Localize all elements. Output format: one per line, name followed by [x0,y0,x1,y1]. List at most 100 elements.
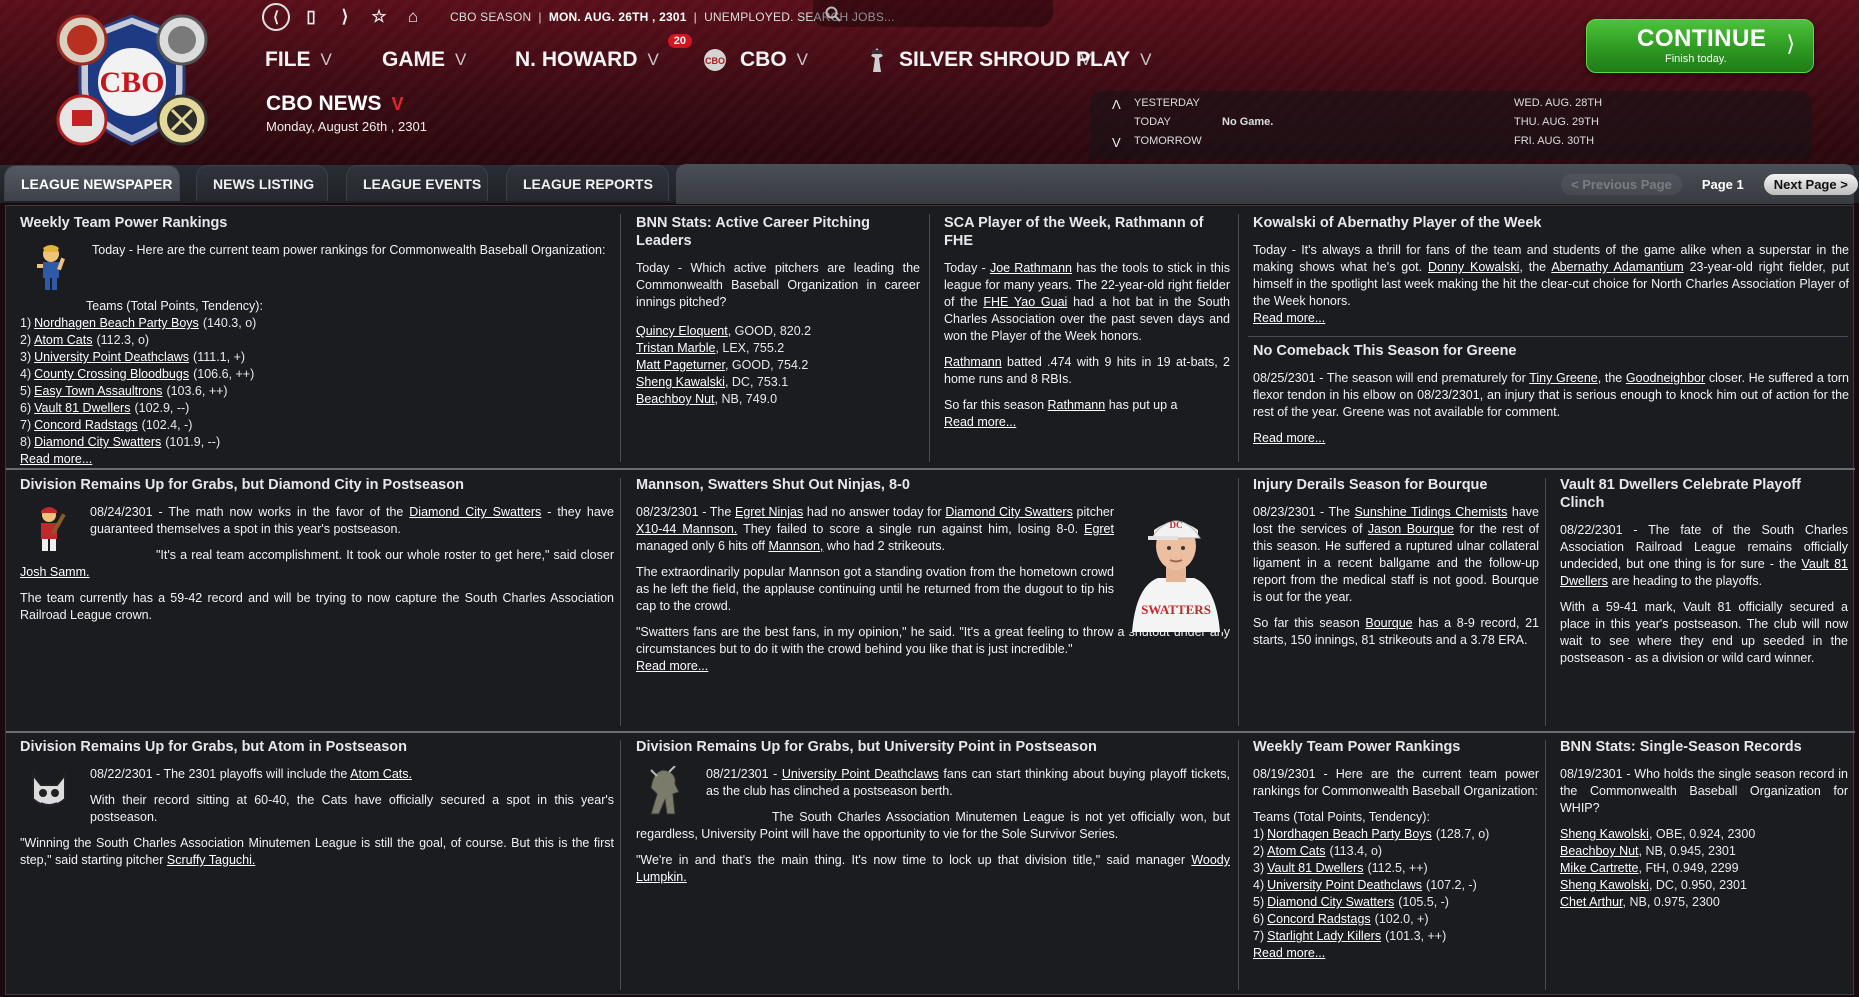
schedule-today-game: No Game. [1222,116,1274,128]
schedule-day-2[interactable]: THU. AUG. 29TH [1514,116,1599,128]
player-link[interactable]: Chet Arthur [1560,895,1623,909]
player-link[interactable]: Donny Kowalski [1428,260,1519,274]
previous-page-button[interactable]: < Previous Page [1561,173,1682,195]
player-link[interactable]: Joe Rathmann [990,261,1072,275]
team-link[interactable]: Atom Cats [34,333,92,347]
article-title[interactable]: Mannson, Swatters Shut Out Ninjas, 8-0 [636,476,1230,494]
team-link[interactable]: FHE Yao Guai [983,295,1067,309]
team-link[interactable]: Diamond City Swatters [409,505,541,519]
article-title[interactable]: Division Remains Up for Grabs, but Diamo… [20,476,614,494]
team-link[interactable]: Concord Radstags [1267,912,1371,926]
team-link[interactable]: Nordhagen Beach Party Boys [1267,827,1432,841]
next-page-button[interactable]: Next Page > [1763,173,1858,195]
bookmark-icon[interactable]: ▯ [298,4,324,30]
player-link[interactable]: Rathmann [944,355,1002,369]
player-link[interactable]: Matt Pageturner [636,358,725,372]
team-link[interactable]: Nordhagen Beach Party Boys [34,316,199,330]
player-link[interactable]: Josh Samm. [20,565,89,579]
player-link[interactable]: Beachboy Nut [1560,844,1639,858]
player-link[interactable]: Sheng Kawolski [1560,827,1649,841]
read-more-link[interactable]: Read more... [1253,945,1539,961]
player-link[interactable]: Tristan Marble [636,341,715,355]
section-title[interactable]: CBO NEWS V [266,92,404,116]
read-more-link[interactable]: Read more... [636,658,1230,674]
player-link[interactable]: Rathmann [1048,398,1106,412]
team-link[interactable]: Starlight Lady Killers [1267,929,1381,943]
player-link[interactable]: Sheng Kawolski [1560,878,1649,892]
search-input[interactable] [849,6,1039,21]
schedule-tomorrow: TOMORROW [1134,135,1202,147]
team-link[interactable]: University Point Deathclaws [782,767,939,781]
article-title[interactable]: Weekly Team Power Rankings [1253,738,1539,756]
team-link[interactable]: Vault 81 Dwellers [34,401,130,415]
team-link[interactable]: Egret Ninjas [735,505,803,519]
team-mascot-icon [24,766,74,818]
article-title[interactable]: BNN Stats: Single-Season Records [1560,738,1848,756]
article-title[interactable]: Injury Derails Season for Bourque [1253,476,1539,494]
team-link[interactable]: Easy Town Assaultrons [34,384,162,398]
menu-file[interactable]: FILE V [265,48,382,72]
team-link[interactable]: Concord Radstags [34,418,138,432]
back-circle-icon[interactable]: ⟨ [262,3,290,31]
player-link[interactable]: Bourque [1365,616,1412,630]
tab-news-listing[interactable]: NEWS LISTING [196,165,328,201]
read-more-link[interactable]: Read more... [1253,310,1849,326]
schedule-day-1[interactable]: WED. AUG. 28TH [1514,97,1602,109]
team-link[interactable]: Vault 81 Dwellers [1267,861,1363,875]
menu-manager[interactable]: N. HOWARD V 20 [515,34,700,72]
list-item: 6) Vault 81 Dwellers (102.9, --) [20,400,614,417]
article-title[interactable]: Division Remains Up for Grabs, but Unive… [636,738,1230,756]
rank-number: 7) [20,418,32,432]
rank-number: 5) [1253,895,1265,909]
team-link[interactable]: Abernathy Adamantium [1551,260,1683,274]
player-link[interactable]: Jason Bourque [1368,522,1454,536]
team-link[interactable]: University Point Deathclaws [1267,878,1422,892]
article-title[interactable]: No Comeback This Season for Greene [1253,342,1849,360]
schedule-day-3[interactable]: FRI. AUG. 30TH [1514,135,1594,147]
player-link[interactable]: Beachboy Nut [636,392,715,406]
article-title[interactable]: BNN Stats: Active Career Pitching Leader… [636,214,920,250]
player-link[interactable]: Scruffy Taguchi. [167,853,255,867]
cbo-logo[interactable]: CBO [52,10,212,150]
forward-icon[interactable]: ⟩ [332,4,358,30]
star-icon[interactable]: ☆ [366,4,392,30]
article-title[interactable]: Vault 81 Dwellers Celebrate Playoff Clin… [1560,476,1848,512]
article-paragraph: The team currently has a 59-42 record an… [20,591,614,622]
home-icon[interactable]: ⌂ [400,4,426,30]
tab-league-newspaper[interactable]: LEAGUE NEWSPAPER [4,165,180,201]
rank-value: (105.5, -) [1398,895,1449,909]
team-link[interactable]: Atom Cats. [350,767,412,781]
menu-cbo[interactable]: CBO CBO V [700,46,865,74]
player-link[interactable]: Quincy Eloquent [636,324,728,338]
article-title[interactable]: SCA Player of the Week, Rathmann of FHE [944,214,1230,250]
article-title[interactable]: Weekly Team Power Rankings [20,214,614,232]
player-link[interactable]: Mannson, [769,539,824,553]
menu-play[interactable]: PLAY V [1076,48,1186,72]
team-link[interactable]: Diamond City Swatters [945,505,1072,519]
team-link[interactable]: Sunshine Tidings Chemists [1355,505,1508,519]
scroll-down-icon[interactable]: V [1112,135,1121,150]
player-link[interactable]: X10-44 Mannson. [636,522,737,536]
search-box[interactable] [813,0,1053,27]
read-more-link[interactable]: Read more... [944,414,1230,430]
read-more-link[interactable]: Read more... [1253,430,1849,446]
article-title[interactable]: Kowalski of Abernathy Player of the Week [1253,214,1849,232]
scroll-up-icon[interactable]: Λ [1112,97,1121,112]
team-link[interactable]: Atom Cats [1267,844,1325,858]
team-link[interactable]: Diamond City Swatters [1267,895,1394,909]
team-link[interactable]: Egret [1084,522,1114,536]
continue-button[interactable]: CONTINUE Finish today. ⟩ [1586,19,1814,73]
player-link[interactable]: Tiny Greene [1529,371,1598,385]
tab-league-events[interactable]: LEAGUE EVENTS [346,165,488,201]
tab-league-reports[interactable]: LEAGUE REPORTS [506,165,669,201]
team-link[interactable]: County Crossing Bloodbugs [34,367,189,381]
read-more-link[interactable]: Read more... [20,451,614,466]
team-link[interactable]: Goodneighbor [1626,371,1705,385]
player-link[interactable]: Sheng Kawalski [636,375,725,389]
team-link[interactable]: Diamond City Swatters [34,435,161,449]
menu-game[interactable]: GAME V [382,48,515,72]
team-link[interactable]: University Point Deathclaws [34,350,189,364]
menu-team[interactable]: SILVER SHROUD V [865,46,1091,74]
player-link[interactable]: Mike Cartrette [1560,861,1639,875]
article-title[interactable]: Division Remains Up for Grabs, but Atom … [20,738,614,756]
